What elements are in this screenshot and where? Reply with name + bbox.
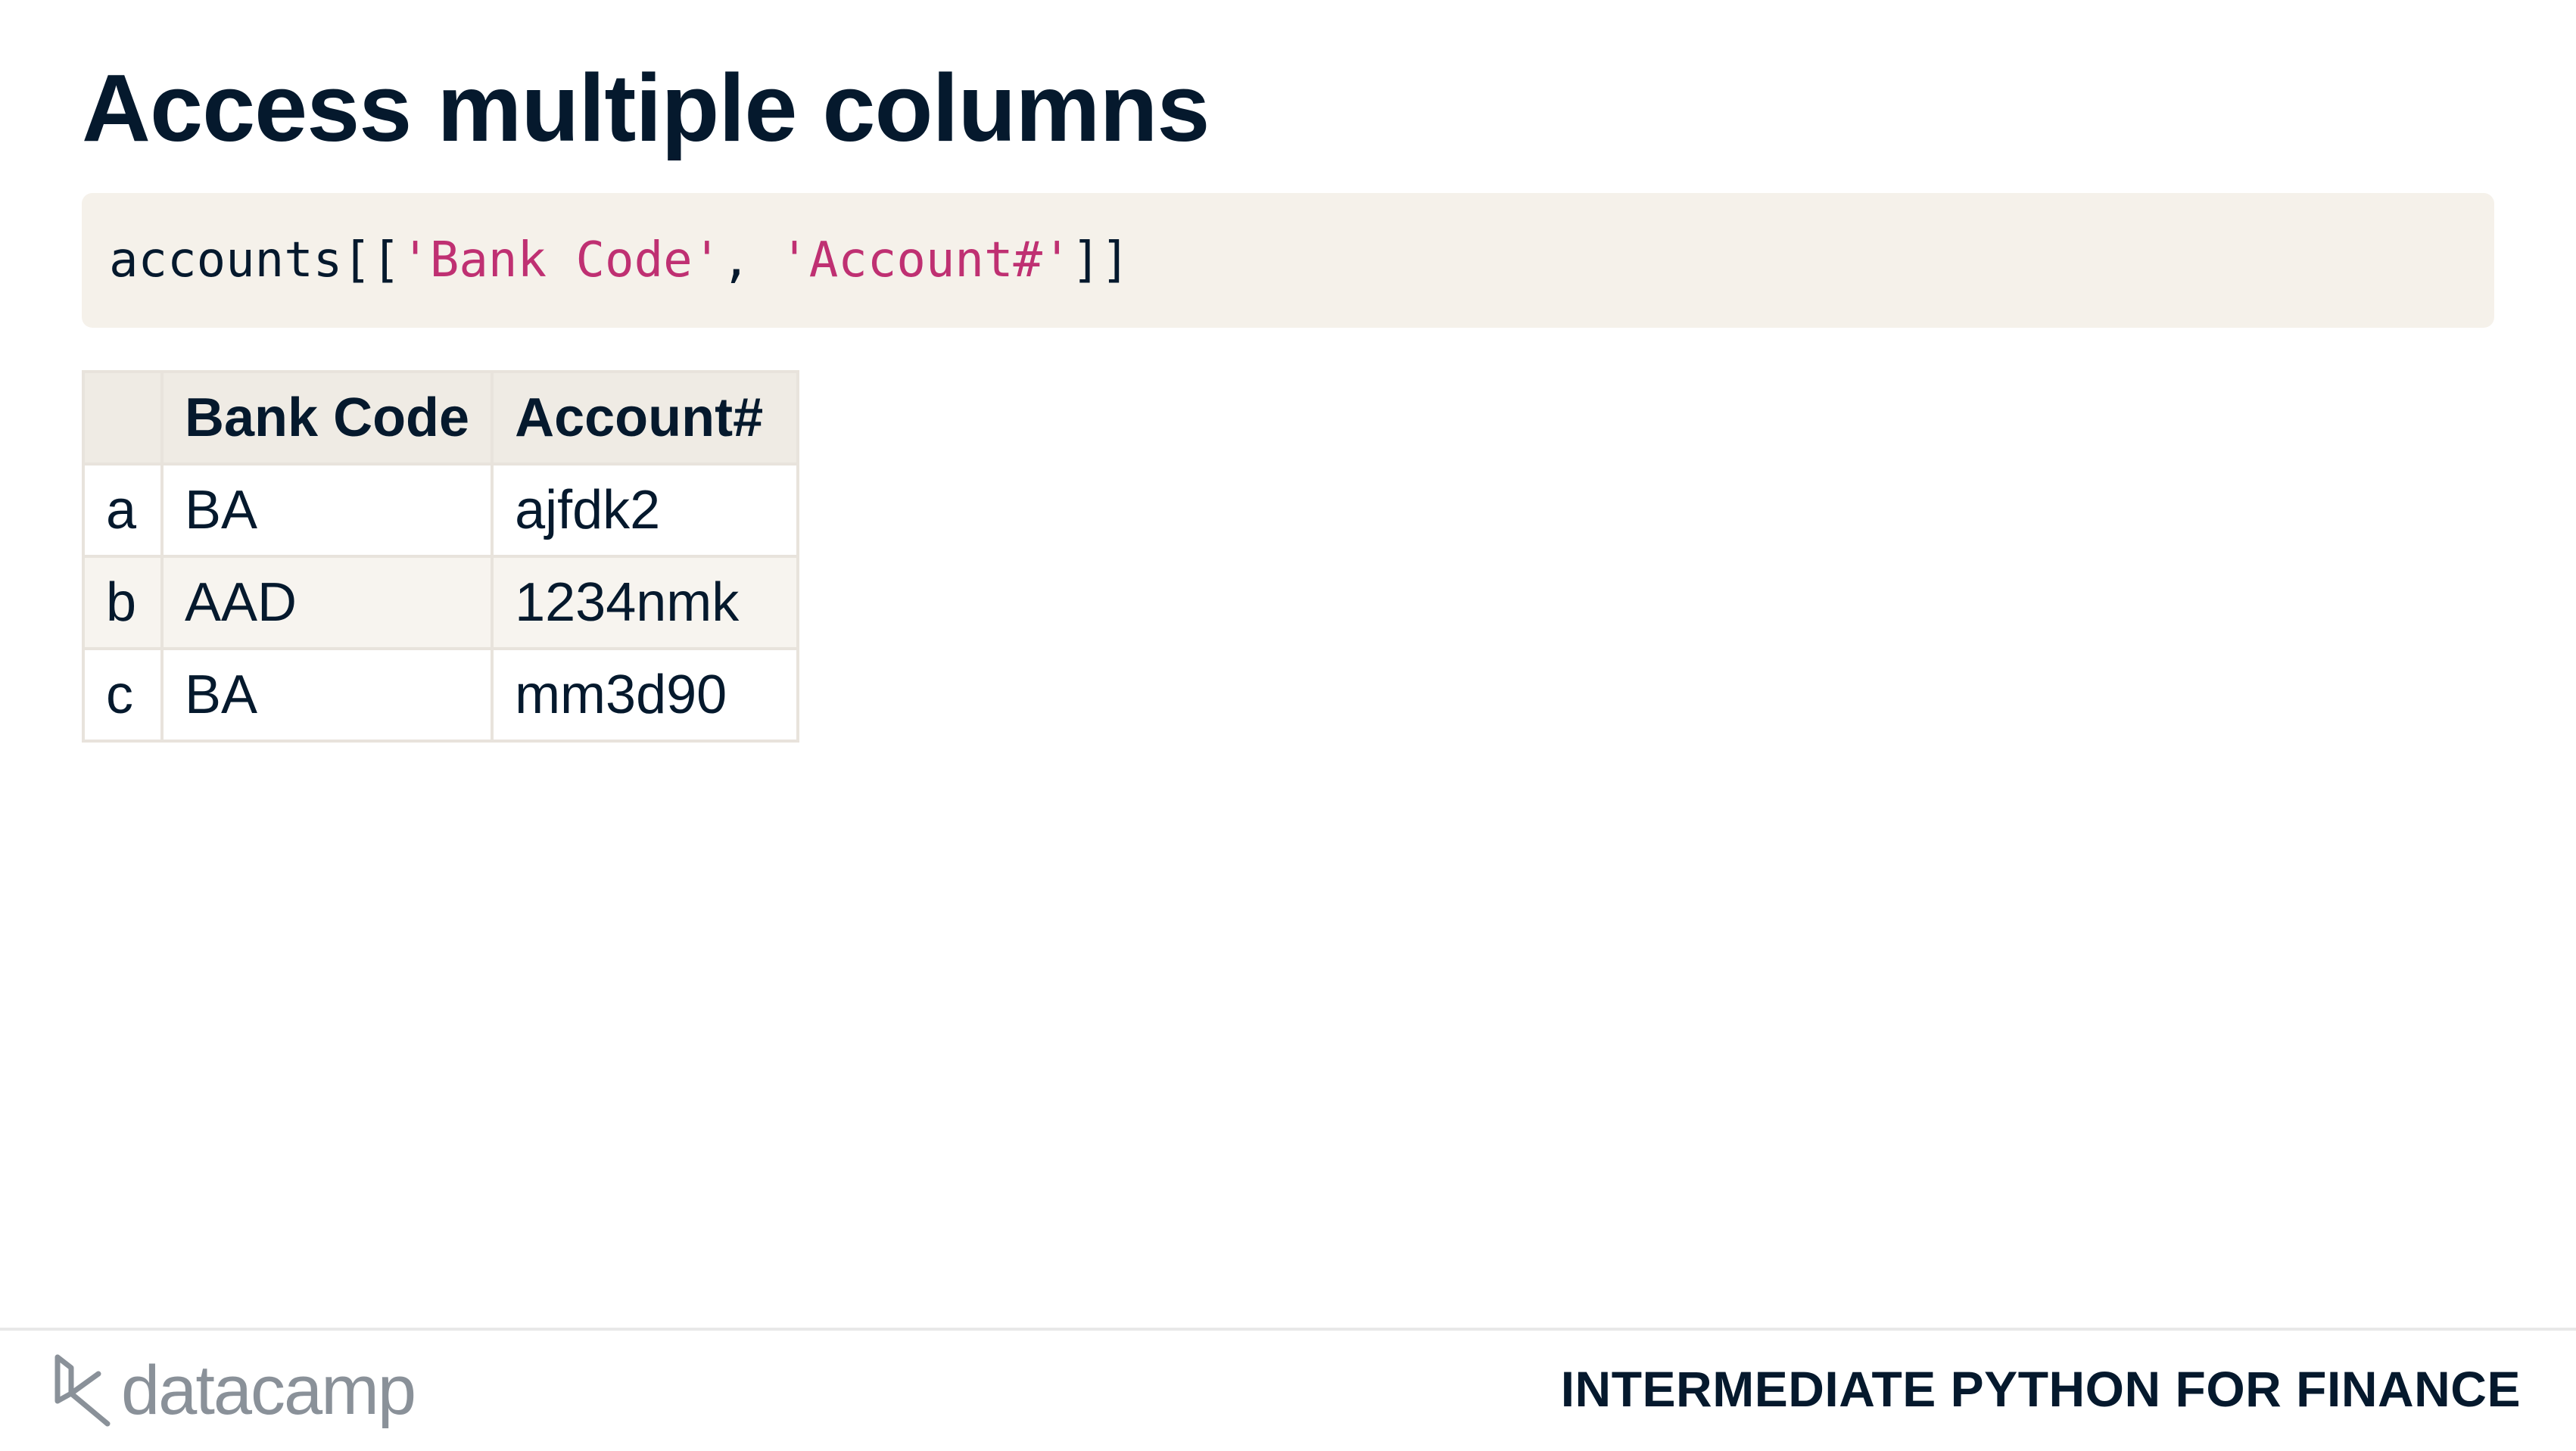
footer-divider xyxy=(0,1328,2576,1331)
cell-account: ajfdk2 xyxy=(491,462,800,558)
dataframe-table: Bank Code Account# a BA ajfdk2 b AAD 123… xyxy=(82,370,800,743)
table-row: a BA ajfdk2 xyxy=(82,462,800,558)
table-header-row: Bank Code Account# xyxy=(82,370,800,466)
cell-bank-code: BA xyxy=(160,462,494,558)
code-block: accounts[['Bank Code', 'Account#']] xyxy=(82,193,2494,328)
table-header-index xyxy=(82,370,164,466)
cell-bank-code: AAD xyxy=(160,555,494,650)
cell-bank-code: BA xyxy=(160,647,494,743)
code-suffix: ]] xyxy=(1071,232,1130,288)
row-index: b xyxy=(82,555,164,650)
table-row: b AAD 1234nmk xyxy=(82,555,800,650)
page-title: Access multiple columns xyxy=(82,54,1210,161)
cell-account: 1234nmk xyxy=(491,555,800,650)
code-string-bank-code: 'Bank Code' xyxy=(400,232,722,288)
table-header-account: Account# xyxy=(491,370,800,466)
code-prefix: accounts[[ xyxy=(109,232,401,288)
row-index: c xyxy=(82,647,164,743)
row-index: a xyxy=(82,462,164,558)
course-title: INTERMEDIATE PYTHON FOR FINANCE xyxy=(1560,1361,2521,1417)
datacamp-logo: datacamp xyxy=(53,1349,416,1432)
cell-account: mm3d90 xyxy=(491,647,800,743)
table-header-bank-code: Bank Code xyxy=(160,370,494,466)
table-row: c BA mm3d90 xyxy=(82,647,800,743)
code-string-account: 'Account#' xyxy=(780,232,1072,288)
code-separator: , xyxy=(721,232,780,288)
datacamp-logo-text: datacamp xyxy=(121,1352,416,1429)
slide: Access multiple columns accounts[['Bank … xyxy=(0,0,2576,1451)
datacamp-logo-icon xyxy=(53,1353,114,1428)
